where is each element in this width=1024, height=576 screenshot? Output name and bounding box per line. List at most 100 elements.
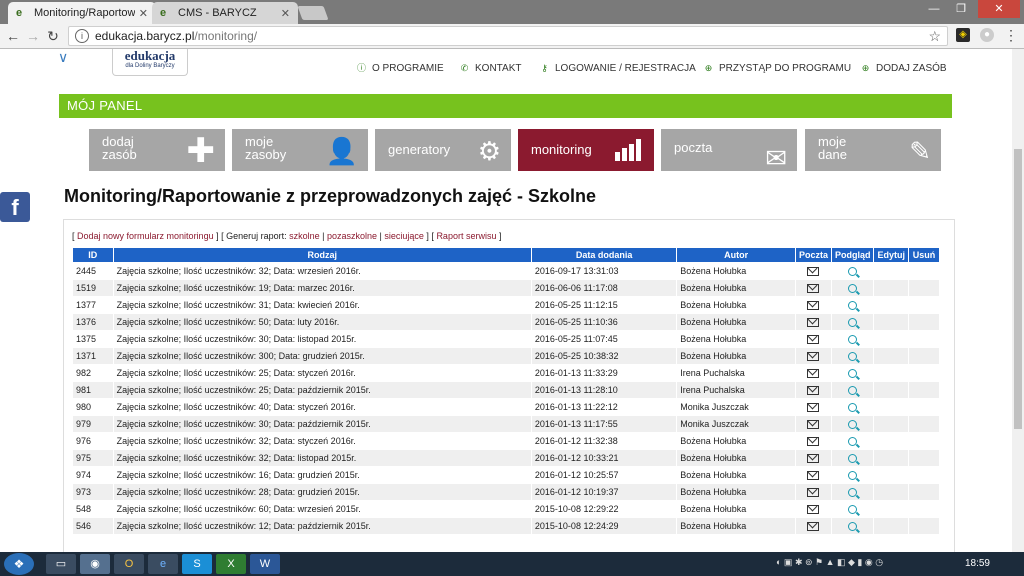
preview-icon[interactable] <box>848 267 858 277</box>
tile-poczta[interactable]: poczta ✉ <box>661 129 797 171</box>
tray-icons[interactable]: ◐ ▣ ✱ ⊚ ⚑ ▲ ◧ ◆ ▮ ◉ ◷ <box>776 557 883 568</box>
preview-cell <box>831 297 874 313</box>
mail-icon[interactable] <box>807 301 820 311</box>
service-report-link[interactable]: Raport serwisu <box>436 231 496 241</box>
word-taskbar-icon[interactable]: W <box>250 554 280 574</box>
mail-icon[interactable] <box>807 471 820 481</box>
column-header[interactable]: Autor <box>677 248 795 262</box>
preview-icon[interactable] <box>848 420 858 430</box>
outlook-taskbar-icon[interactable]: O <box>114 554 144 574</box>
preview-icon[interactable] <box>848 403 858 413</box>
info-icon[interactable]: i <box>75 29 89 43</box>
nav-przystap[interactable]: ⊕ PRZYSTĄP DO PROGRAMU <box>703 63 851 74</box>
preview-icon[interactable] <box>848 352 858 362</box>
preview-icon[interactable] <box>848 335 858 345</box>
skype-taskbar-icon[interactable]: S <box>182 554 212 574</box>
minimize-icon[interactable]: — <box>924 0 944 18</box>
cell-id: 1375 <box>73 331 113 347</box>
nav-o-programie[interactable]: ⓘ O PROGRAMIE <box>356 63 444 74</box>
close-window-icon[interactable]: ✕ <box>978 0 1020 18</box>
mail-icon[interactable] <box>807 318 820 328</box>
new-tab-button[interactable] <box>297 6 329 20</box>
preview-icon[interactable] <box>848 318 858 328</box>
report-pozaszkolne-link[interactable]: pozaszkolne <box>327 231 377 241</box>
browser-tab-cms[interactable]: e CMS - BARYCZ ✕ <box>152 2 298 24</box>
nav-label: DODAJ ZASÓB <box>876 63 947 74</box>
preview-icon[interactable] <box>848 301 858 311</box>
restore-icon[interactable]: ❐ <box>950 0 972 18</box>
tile-moje-dane[interactable]: moje dane ✎ <box>805 129 941 171</box>
logo-subtitle: dla Doliny Baryczy <box>125 63 175 69</box>
mail-cell <box>795 263 831 279</box>
preview-icon[interactable] <box>848 386 858 396</box>
column-header[interactable]: ID <box>73 248 113 262</box>
tile-monitoring[interactable]: monitoring <box>518 129 654 171</box>
tile-dodaj-zasob[interactable]: dodaj zasób ✚ <box>89 129 225 171</box>
browser-tab-monitoring[interactable]: e Monitoring/Raportowan ✕ <box>8 2 156 24</box>
explorer-taskbar-icon[interactable]: ▭ <box>46 554 76 574</box>
cell-id: 1371 <box>73 348 113 364</box>
tab-label: CMS - BARYCZ <box>178 7 257 19</box>
delete-cell <box>909 331 939 347</box>
extension-icon[interactable]: ◈ <box>956 28 970 42</box>
close-tab-icon[interactable]: ✕ <box>281 7 290 20</box>
preview-icon[interactable] <box>848 284 858 294</box>
column-header[interactable]: Rodzaj <box>113 248 531 262</box>
facebook-icon[interactable]: f <box>0 192 30 222</box>
preview-icon[interactable] <box>848 471 858 481</box>
url-input[interactable]: i edukacja.barycz.pl/monitoring/ ☆ <box>68 26 948 46</box>
cell-data-dodania: 2016-05-25 10:38:32 <box>531 348 677 364</box>
cell-data-dodania: 2016-05-25 11:10:36 <box>531 314 677 330</box>
vertical-scrollbar[interactable] <box>1012 49 1024 552</box>
preview-icon[interactable] <box>848 437 858 447</box>
report-szkolne-link[interactable]: szkolne <box>289 231 320 241</box>
excel-taskbar-icon[interactable]: X <box>216 554 246 574</box>
edit-icon: ✎ <box>909 136 931 166</box>
mail-icon[interactable] <box>807 420 820 430</box>
mail-icon[interactable] <box>807 403 820 413</box>
mail-icon[interactable] <box>807 335 820 345</box>
extension-icon[interactable]: ● <box>980 28 994 42</box>
preview-icon[interactable] <box>848 454 858 464</box>
scrollbar-thumb[interactable] <box>1014 149 1022 429</box>
mail-icon[interactable] <box>807 454 820 464</box>
add-form-link[interactable]: Dodaj nowy formularz monitoringu <box>77 231 214 241</box>
mail-icon[interactable] <box>807 437 820 447</box>
preview-icon[interactable] <box>848 522 858 532</box>
mail-icon[interactable] <box>807 352 820 362</box>
back-arrow-icon[interactable]: ← <box>4 27 22 45</box>
chrome-taskbar-icon[interactable]: ◉ <box>80 554 110 574</box>
plus-circle-outline-icon: ⊕ <box>861 63 870 73</box>
nav-kontakt[interactable]: ✆ KONTAKT <box>459 63 522 74</box>
preview-cell <box>831 433 874 449</box>
start-button[interactable]: ❖ <box>4 553 34 575</box>
forward-arrow-icon[interactable]: → <box>24 27 42 45</box>
bookmark-star-icon[interactable]: ☆ <box>928 28 941 45</box>
preview-icon[interactable] <box>848 505 858 515</box>
nav-logowanie[interactable]: ⚷ LOGOWANIE / REJESTRACJA <box>539 63 696 74</box>
preview-icon[interactable] <box>848 369 858 379</box>
edit-cell <box>874 280 908 296</box>
delete-cell <box>909 501 939 517</box>
mail-icon[interactable] <box>807 488 820 498</box>
taskbar-clock[interactable]: 18:59 <box>965 558 990 569</box>
site-favicon-icon: e <box>16 7 23 19</box>
mail-icon[interactable] <box>807 505 820 515</box>
preview-icon[interactable] <box>848 488 858 498</box>
mail-icon[interactable] <box>807 369 820 379</box>
mail-icon[interactable] <box>807 522 820 532</box>
close-tab-icon[interactable]: ✕ <box>139 7 148 20</box>
mail-icon[interactable] <box>807 267 820 277</box>
column-header[interactable]: Data dodania <box>531 248 677 262</box>
report-sieciujace-link[interactable]: sieciujące <box>384 231 424 241</box>
mail-icon[interactable] <box>807 386 820 396</box>
reload-icon[interactable]: ↻ <box>44 27 62 45</box>
nav-dodaj-zasob[interactable]: ⊕ DODAJ ZASÓB <box>860 63 947 74</box>
site-logo[interactable]: edukacja dla Doliny Baryczy <box>112 49 188 76</box>
tile-moje-zasoby[interactable]: moje zasoby 👤 <box>232 129 368 171</box>
menu-dots-icon[interactable]: ⋮ <box>1004 28 1018 42</box>
ie-taskbar-icon[interactable]: e <box>148 554 178 574</box>
mail-icon[interactable] <box>807 284 820 294</box>
tile-generatory[interactable]: generatory ⚙ <box>375 129 511 171</box>
mail-cell <box>795 314 831 330</box>
